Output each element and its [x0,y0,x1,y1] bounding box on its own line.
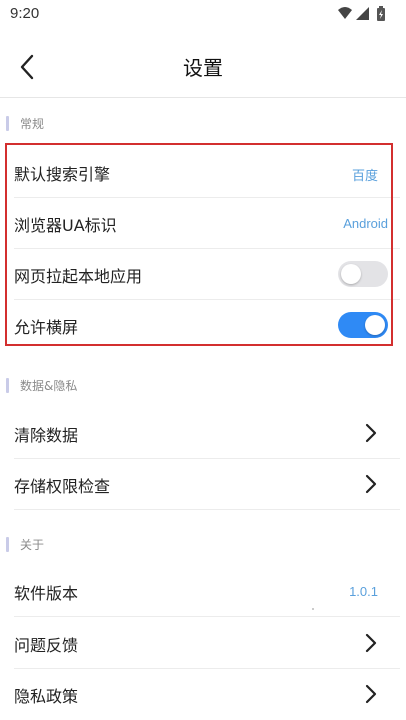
row-divider [14,509,400,510]
status-bar: 9:20 [0,0,406,30]
row-label: 网页拉起本地应用 [14,267,143,286]
row-label: 存储权限检查 [14,477,111,496]
open-local-app-toggle[interactable] [338,261,388,287]
status-time: 9:20 [10,5,40,22]
header-divider [0,97,406,98]
row-browser-ua[interactable]: 浏览器UA标识 Android [0,197,400,249]
chevron-right-icon [365,684,377,704]
section-bar [6,116,9,131]
row-label: 问题反馈 [14,636,79,655]
row-feedback[interactable]: 问题反馈 [0,617,400,669]
row-label: 默认搜索引擎 [14,165,111,184]
row-label: 隐私政策 [14,687,79,706]
battery-icon [377,6,385,21]
allow-landscape-toggle[interactable] [338,312,388,338]
row-search-engine[interactable]: 默认搜索引擎 百度 [0,146,400,198]
section-title: 数据&隐私 [20,379,78,393]
toggle-knob [341,264,361,284]
section-label-general: 常规 [0,112,406,136]
signal-icon [356,7,369,20]
section-label-about: 关于 [0,533,406,557]
status-icons [336,5,392,23]
page-title: 设置 [183,56,223,80]
row-open-local-app: 网页拉起本地应用 [0,248,400,300]
section-title: 关于 [20,538,45,552]
row-label: 浏览器UA标识 [14,216,117,235]
section-bar [6,378,9,393]
row-value: 1.0.1 [349,584,378,599]
section-label-data-privacy: 数据&隐私 [0,374,406,398]
row-label: 软件版本 [14,584,79,603]
chevron-right-icon [365,423,377,443]
toggle-knob [365,315,385,335]
row-label: 清除数据 [14,426,79,445]
row-clear-data[interactable]: 清除数据 [0,407,400,459]
section-title: 常规 [20,117,45,131]
stray-dot [312,608,314,610]
section-bar [6,537,9,552]
row-value: 百度 [351,168,378,183]
chevron-right-icon [365,474,377,494]
row-allow-landscape: 允许横屏 [0,299,400,351]
row-label: 允许横屏 [14,318,79,337]
header: 设置 [0,38,406,96]
wifi-icon [338,7,352,19]
row-storage-check[interactable]: 存储权限检查 [0,458,400,510]
chevron-right-icon [365,633,377,653]
row-version: 软件版本 1.0.1 [0,565,400,617]
row-value: Android [343,216,388,231]
row-privacy-policy[interactable]: 隐私政策 [0,668,400,720]
